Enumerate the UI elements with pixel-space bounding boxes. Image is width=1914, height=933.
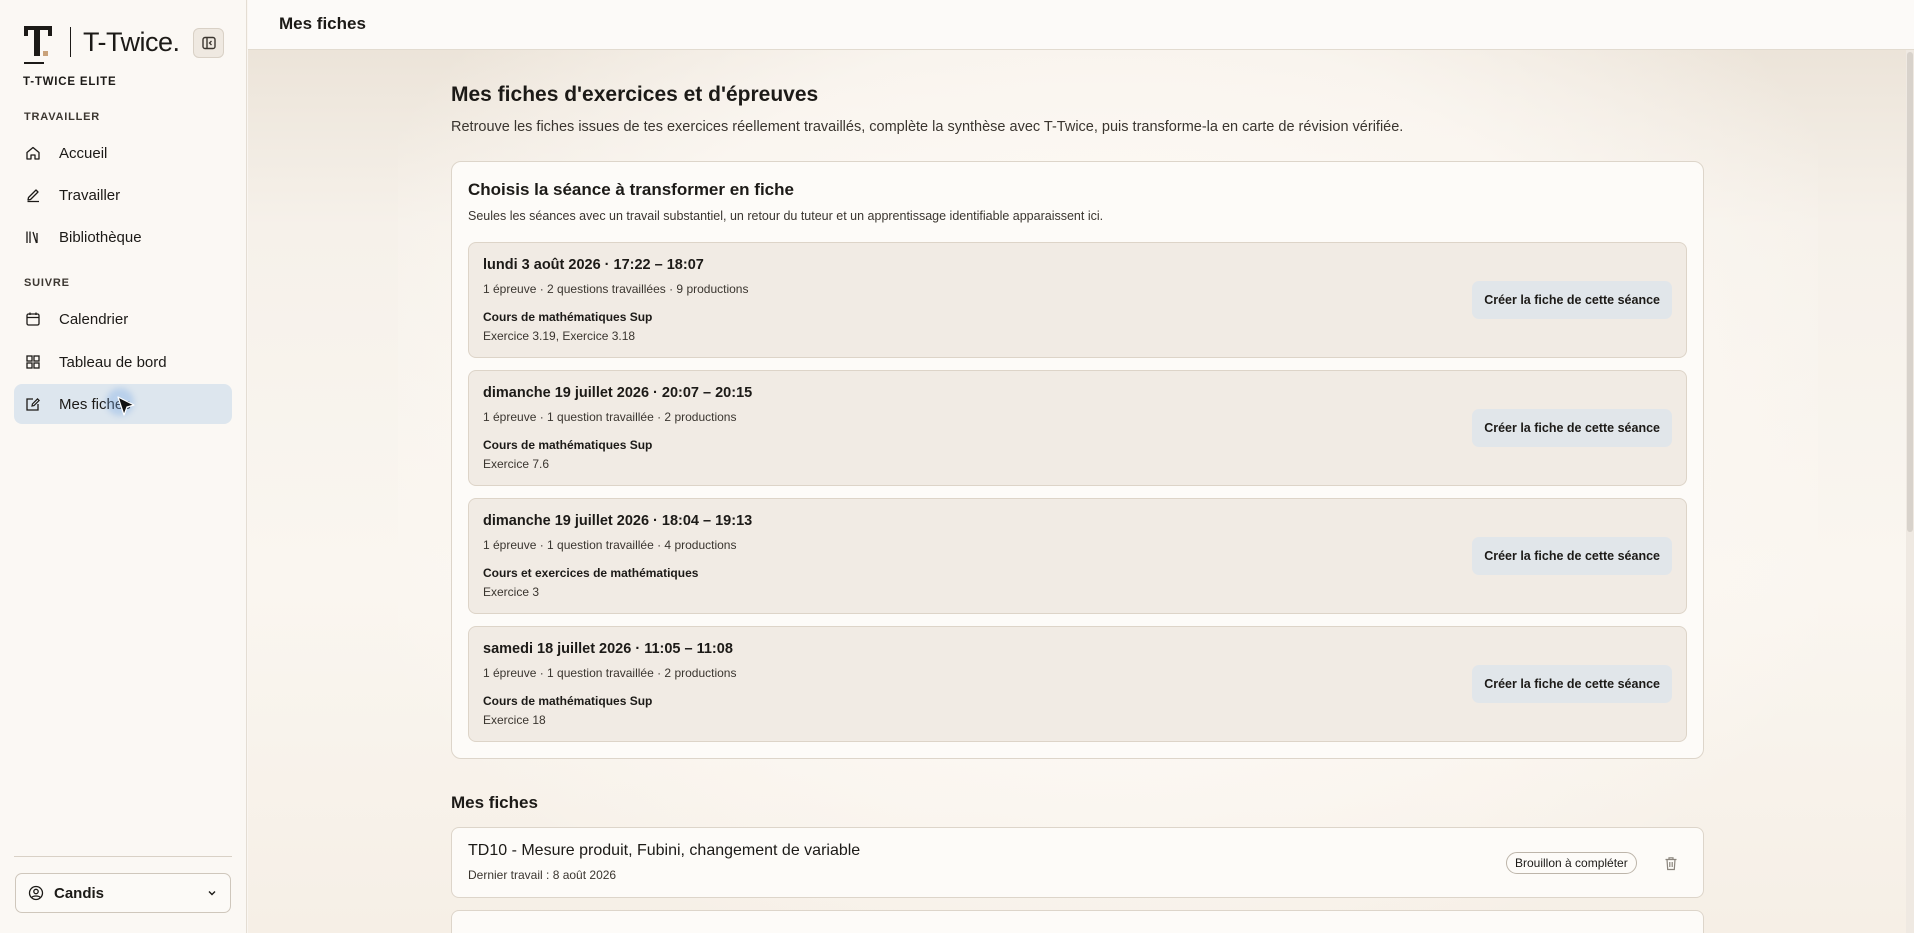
- brand-divider: [70, 27, 71, 57]
- user-circle-icon: [28, 885, 44, 901]
- scrollbar-thumb[interactable]: [1907, 52, 1913, 532]
- session-meta: 1 épreuve · 1 question travaillée · 2 pr…: [483, 666, 737, 680]
- fiches-section-title: Mes fiches: [451, 793, 538, 812]
- calendar-icon: [24, 310, 42, 328]
- library-icon: [24, 228, 42, 246]
- panel-subtitle: Seules les séances avec un travail subst…: [468, 209, 1104, 223]
- session-meta: 1 épreuve · 1 question travaillée · 4 pr…: [483, 538, 737, 552]
- topbar-title: Mes fiches: [279, 14, 366, 33]
- session-card: samedi 18 juillet 2026 · 11:05 – 11:08 1…: [468, 626, 1687, 742]
- sidebar-item-label: Tableau de bord: [59, 353, 167, 371]
- session-course: Cours et exercices de mathématiques: [483, 566, 699, 580]
- session-course: Cours de mathématiques Sup: [483, 438, 653, 452]
- session-card: dimanche 19 juillet 2026 · 18:04 – 19:13…: [468, 498, 1687, 614]
- sidebar-item-bibliotheque[interactable]: Bibliothèque: [14, 217, 232, 257]
- sidebar-divider: [14, 856, 232, 857]
- session-exercises: Exercice 3.19, Exercice 3.18: [483, 329, 636, 343]
- session-card: lundi 3 août 2026 · 17:22 – 18:07 1 épre…: [468, 242, 1687, 358]
- section-label-travailler: TRAVAILLER: [24, 111, 101, 123]
- sidebar-item-label: Calendrier: [59, 310, 129, 328]
- sidebar-item-tableau-de-bord[interactable]: Tableau de bord: [14, 342, 232, 382]
- session-exercises: Exercice 7.6: [483, 457, 550, 471]
- session-meta: 1 épreuve · 2 questions travaillées · 9 …: [483, 282, 749, 296]
- session-date: dimanche 19 juillet 2026 · 20:07 – 20:15: [483, 385, 753, 401]
- section-label-suivre: SUIVRE: [24, 277, 70, 289]
- fiche-last-work: Dernier travail : 8 août 2026: [468, 868, 617, 882]
- sidebar: T-Twice. T-TWICE ELITE TRAVAILLER Accuei…: [0, 0, 247, 933]
- create-fiche-button[interactable]: Créer la fiche de cette séance: [1472, 665, 1672, 703]
- create-fiche-button[interactable]: Créer la fiche de cette séance: [1472, 281, 1672, 319]
- session-date: samedi 18 juillet 2026 · 11:05 – 11:08: [483, 641, 733, 657]
- brand-name: T-Twice.: [83, 26, 180, 57]
- session-course: Cours de mathématiques Sup: [483, 310, 653, 324]
- dashboard-icon: [24, 353, 42, 371]
- create-fiche-button[interactable]: Créer la fiche de cette séance: [1472, 537, 1672, 575]
- session-card: dimanche 19 juillet 2026 · 20:07 – 20:15…: [468, 370, 1687, 486]
- trash-icon[interactable]: [1662, 854, 1680, 872]
- home-icon: [24, 144, 42, 162]
- session-exercises: Exercice 18: [483, 713, 546, 727]
- sidebar-toggle-icon: [201, 36, 216, 50]
- fiche-title: TD10 - Mesure produit, Fubini, changemen…: [468, 842, 861, 859]
- user-name: Candis: [54, 884, 105, 902]
- page-description: Retrouve les fiches issues de tes exerci…: [451, 119, 1404, 135]
- plan-label: T-TWICE ELITE: [23, 76, 117, 88]
- status-badge: Brouillon à compléter: [1506, 852, 1637, 874]
- topbar: Mes fiches: [248, 0, 1914, 50]
- sidebar-item-accueil[interactable]: Accueil: [14, 133, 232, 173]
- t-logo-icon: [24, 24, 60, 64]
- session-selection-panel: Choisis la séance à transformer en fiche…: [451, 161, 1704, 759]
- session-meta: 1 épreuve · 1 question travaillée · 2 pr…: [483, 410, 737, 424]
- edit-note-icon: [24, 395, 42, 413]
- sidebar-item-label: Bibliothèque: [59, 228, 142, 246]
- sidebar-item-label: Accueil: [59, 144, 108, 162]
- pencil-icon: [24, 186, 42, 204]
- session-date: lundi 3 août 2026 · 17:22 – 18:07: [483, 257, 704, 273]
- session-date: dimanche 19 juillet 2026 · 18:04 – 19:13: [483, 513, 753, 529]
- chevron-down-icon: [206, 887, 218, 899]
- sidebar-item-label: Travailler: [59, 186, 121, 204]
- collapse-sidebar-button[interactable]: [193, 28, 224, 58]
- page-title: Mes fiches d'exercices et d'épreuves: [451, 83, 819, 106]
- session-course: Cours de mathématiques Sup: [483, 694, 653, 708]
- fiche-card[interactable]: [451, 910, 1704, 933]
- session-exercises: Exercice 3: [483, 585, 540, 599]
- user-menu-select[interactable]: Candis: [15, 873, 231, 913]
- brand-logo[interactable]: T-Twice.: [24, 22, 180, 64]
- mouse-cursor-icon: [117, 396, 135, 416]
- fiche-card[interactable]: TD10 - Mesure produit, Fubini, changemen…: [451, 827, 1704, 898]
- sidebar-item-travailler[interactable]: Travailler: [14, 175, 232, 215]
- create-fiche-button[interactable]: Créer la fiche de cette séance: [1472, 409, 1672, 447]
- sidebar-item-calendrier[interactable]: Calendrier: [14, 299, 232, 339]
- main-content: Mes fiches d'exercices et d'épreuves Ret…: [248, 50, 1914, 933]
- panel-title: Choisis la séance à transformer en fiche: [468, 180, 794, 199]
